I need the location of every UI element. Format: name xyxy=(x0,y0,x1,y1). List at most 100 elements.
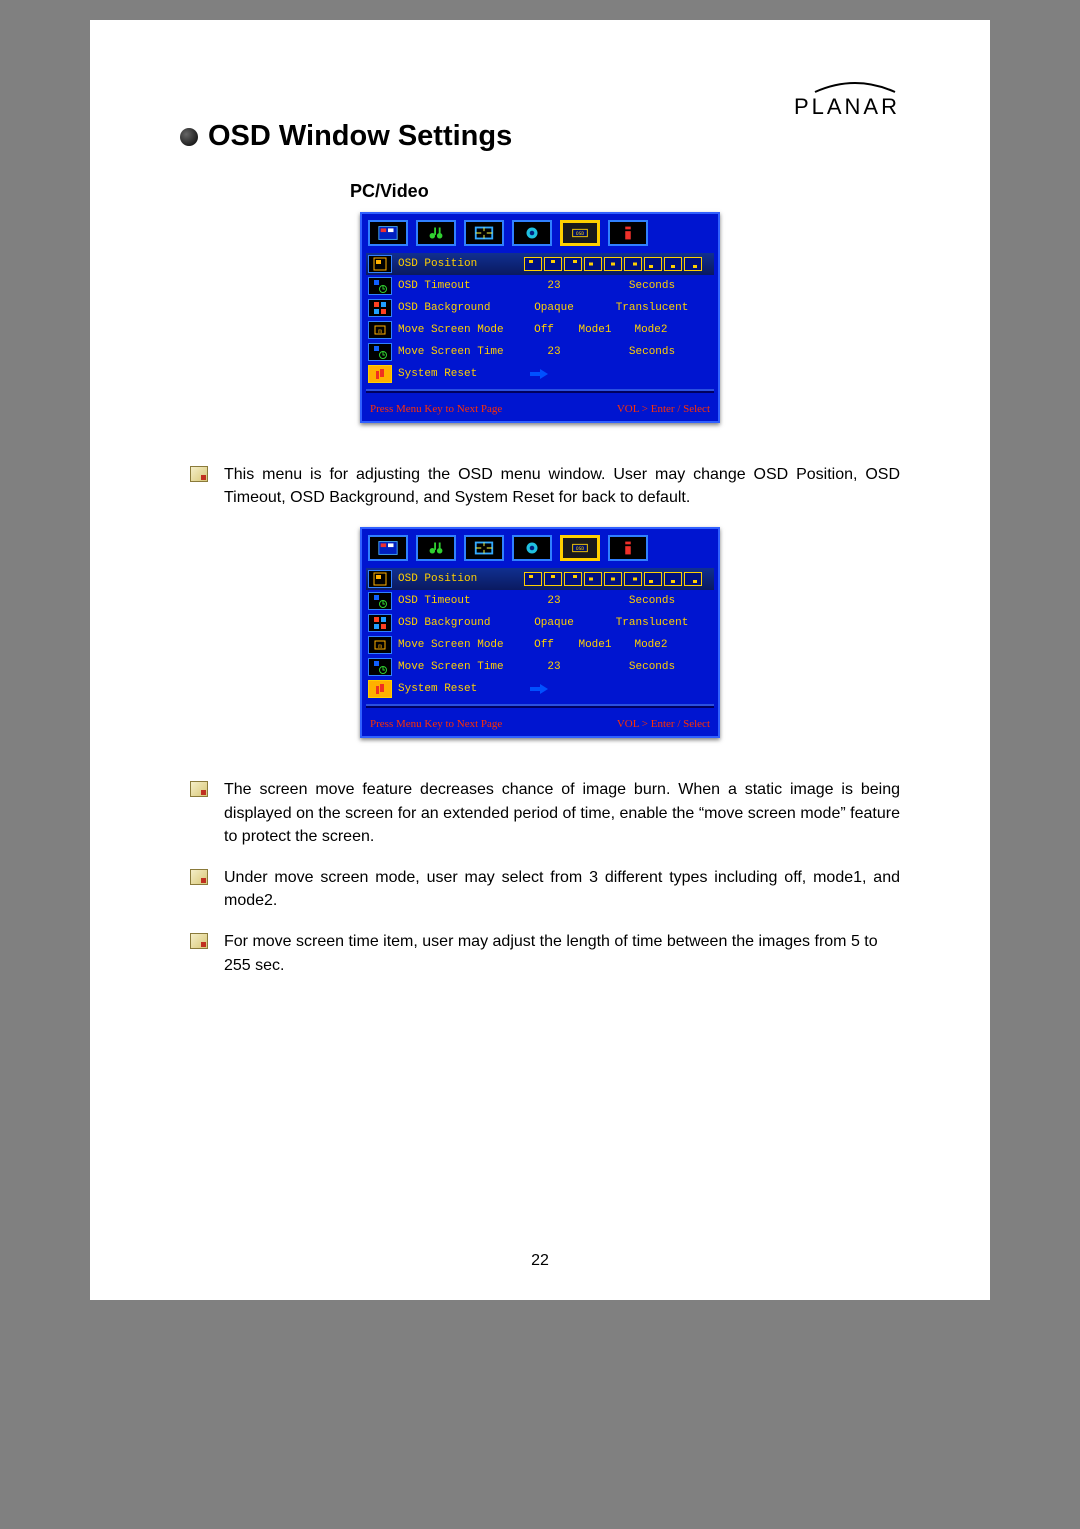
osd-tab-osd[interactable]: OSD xyxy=(560,535,600,561)
osd-panel: OSD OSD Position xyxy=(360,212,720,423)
paragraph-text: This menu is for adjusting the OSD menu … xyxy=(224,463,900,509)
osd-row-reset[interactable]: System Reset xyxy=(366,363,714,385)
osd-tab-geometry[interactable] xyxy=(464,220,504,246)
pos-opt[interactable] xyxy=(624,257,642,271)
row-unit: Seconds xyxy=(590,595,714,607)
row-value-3: Mode2 xyxy=(626,324,676,336)
osd-tab-picture[interactable] xyxy=(368,220,408,246)
row-icon-reset xyxy=(368,365,392,383)
osd-footer: Press Menu Key to Next Page VOL > Enter … xyxy=(362,401,718,421)
osd-row-move-time[interactable]: Move Screen Time 23 Seconds xyxy=(366,656,714,678)
pos-opt[interactable] xyxy=(584,257,602,271)
osd-row-move-mode[interactable]: m Move Screen Mode Off Mode1 Mode2 xyxy=(366,319,714,341)
row-label: OSD Background xyxy=(398,302,518,314)
row-value-2: Translucent xyxy=(590,617,714,629)
heading-text: OSD Window Settings xyxy=(208,120,512,153)
osd-tab-geometry[interactable] xyxy=(464,535,504,561)
osd-row-move-mode[interactable]: m Move Screen Mode Off Mode1 Mode2 xyxy=(366,634,714,656)
row-icon-reset xyxy=(368,680,392,698)
osd-row-background[interactable]: OSD Background Opaque Translucent xyxy=(366,297,714,319)
pos-opt[interactable] xyxy=(604,257,622,271)
row-value: Opaque xyxy=(524,302,584,314)
osd-figure-1: OSD OSD Position xyxy=(180,212,900,423)
pos-opt[interactable] xyxy=(524,572,542,586)
row-label: System Reset xyxy=(398,683,518,695)
osd-tab-info[interactable] xyxy=(608,220,648,246)
osd-separator xyxy=(366,389,714,393)
pos-opt[interactable] xyxy=(644,257,662,271)
row-label: OSD Position xyxy=(398,573,518,585)
paragraph-group-2: The screen move feature decreases chance… xyxy=(190,778,900,976)
bullet-doc-icon xyxy=(190,869,208,885)
footer-right: VOL > Enter / Select xyxy=(617,718,710,730)
pos-opt[interactable] xyxy=(684,257,702,271)
row-value: 23 xyxy=(524,346,584,358)
section-heading: OSD Window Settings xyxy=(180,120,900,153)
row-label: Move Screen Time xyxy=(398,346,518,358)
pos-opt[interactable] xyxy=(524,257,542,271)
row-icon-move-time xyxy=(368,658,392,676)
osd-tab-bar: OSD xyxy=(362,529,718,564)
bullet-doc-icon xyxy=(190,466,208,482)
osd-tab-audio[interactable] xyxy=(416,535,456,561)
pos-opt[interactable] xyxy=(664,257,682,271)
position-options[interactable] xyxy=(524,572,702,586)
osd-row-move-time[interactable]: Move Screen Time 23 Seconds xyxy=(366,341,714,363)
bullet-item: For move screen time item, user may adju… xyxy=(190,930,900,976)
paragraph-text: For move screen time item, user may adju… xyxy=(224,930,900,976)
osd-body: OSD Position OSD Timeo xyxy=(362,564,718,716)
pos-opt[interactable] xyxy=(664,572,682,586)
pos-opt[interactable] xyxy=(624,572,642,586)
row-unit: Seconds xyxy=(590,280,714,292)
row-value: 23 xyxy=(524,595,584,607)
row-icon-timeout xyxy=(368,277,392,295)
row-label: Move Screen Mode xyxy=(398,639,518,651)
manual-page: PLANAR OSD Window Settings PC/Video OSD … xyxy=(90,20,990,1300)
page-number: 22 xyxy=(90,1252,990,1270)
osd-row-position[interactable]: OSD Position xyxy=(366,568,714,590)
osd-tab-picture[interactable] xyxy=(368,535,408,561)
pos-opt[interactable] xyxy=(604,572,622,586)
pos-opt[interactable] xyxy=(544,572,562,586)
svg-text:m: m xyxy=(378,643,382,650)
osd-row-reset[interactable]: System Reset xyxy=(366,678,714,700)
row-value: Off xyxy=(524,324,564,336)
pos-opt[interactable] xyxy=(684,572,702,586)
osd-row-timeout[interactable]: OSD Timeout 23 Seconds xyxy=(366,275,714,297)
osd-tab-osd[interactable]: OSD xyxy=(560,220,600,246)
paragraph-group-1: This menu is for adjusting the OSD menu … xyxy=(190,463,900,509)
pos-opt[interactable] xyxy=(644,572,662,586)
row-label: OSD Timeout xyxy=(398,280,518,292)
row-value: Off xyxy=(524,639,564,651)
row-value: 23 xyxy=(524,280,584,292)
svg-text:OSD: OSD xyxy=(576,231,585,237)
footer-right: VOL > Enter / Select xyxy=(617,403,710,415)
osd-tab-info[interactable] xyxy=(608,535,648,561)
osd-footer: Press Menu Key to Next Page VOL > Enter … xyxy=(362,716,718,736)
osd-tab-setup[interactable] xyxy=(512,220,552,246)
row-value-2: Mode1 xyxy=(570,639,620,651)
pos-opt[interactable] xyxy=(564,572,582,586)
pos-opt[interactable] xyxy=(564,257,582,271)
bullet-dot-icon xyxy=(180,128,198,146)
row-label: OSD Background xyxy=(398,617,518,629)
osd-tab-setup[interactable] xyxy=(512,535,552,561)
svg-text:OSD: OSD xyxy=(576,546,585,552)
osd-row-background[interactable]: OSD Background Opaque Translucent xyxy=(366,612,714,634)
row-label: System Reset xyxy=(398,368,518,380)
osd-figure-2: OSD OSD Position xyxy=(180,527,900,738)
osd-row-position[interactable]: OSD Position xyxy=(366,253,714,275)
bullet-item: This menu is for adjusting the OSD menu … xyxy=(190,463,900,509)
pos-opt[interactable] xyxy=(584,572,602,586)
pos-opt[interactable] xyxy=(544,257,562,271)
bullet-doc-icon xyxy=(190,933,208,949)
osd-row-timeout[interactable]: OSD Timeout 23 Seconds xyxy=(366,590,714,612)
reset-arrow-icon xyxy=(524,367,554,381)
row-icon-move-mode: m xyxy=(368,321,392,339)
osd-separator xyxy=(366,704,714,708)
row-label: OSD Timeout xyxy=(398,595,518,607)
osd-tab-audio[interactable] xyxy=(416,220,456,246)
bullet-item: The screen move feature decreases chance… xyxy=(190,778,900,848)
position-options[interactable] xyxy=(524,257,702,271)
row-value-2: Translucent xyxy=(590,302,714,314)
